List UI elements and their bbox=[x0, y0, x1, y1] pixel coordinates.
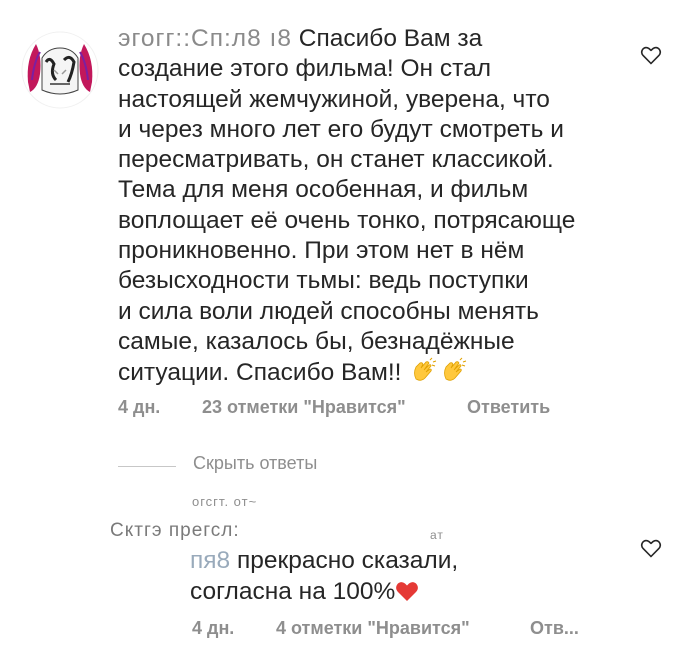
reply-body: пя8 прекрасно сказали, согласна на 100% bbox=[190, 546, 610, 607]
reply-text-second: согласна на 100% bbox=[190, 577, 396, 605]
reply-likes[interactable]: 4 отметки "Нравится" bbox=[276, 618, 470, 639]
reply-time: 4 дн. bbox=[192, 618, 235, 638]
reply-username[interactable]: пя8 bbox=[190, 547, 230, 574]
divider-line bbox=[118, 466, 176, 467]
reply-text-first: прекрасно сказали, bbox=[236, 547, 459, 574]
reply-blurred-avatar-text: Сктгэ прегсл: bbox=[110, 520, 240, 541]
reply-blurred-right: ат bbox=[430, 528, 444, 542]
clapping-hands-icon bbox=[414, 357, 437, 381]
red-heart-emoji-icon bbox=[396, 581, 419, 601]
avatar[interactable] bbox=[20, 30, 100, 110]
reply-reply-button[interactable]: Отв... bbox=[530, 618, 579, 639]
avatar-image bbox=[21, 31, 99, 109]
reply-meta: 4 дн. 4 отметки "Нравится" Отв... bbox=[0, 618, 700, 642]
comment-meta: 4 дн. 23 отметки "Нравится" Ответить bbox=[0, 397, 700, 421]
comment-likes[interactable]: 23 отметки "Нравится" bbox=[202, 397, 406, 418]
comment-text: Спасибо Вам за создание этого фильма! Он… bbox=[118, 25, 576, 387]
clapping-hands-emoji-group bbox=[408, 357, 468, 386]
reply-button[interactable]: Ответить bbox=[467, 397, 550, 418]
like-heart-icon[interactable] bbox=[639, 43, 663, 67]
reply-blurred-text: огсгт. от~ bbox=[192, 494, 258, 509]
comment-time: 4 дн. bbox=[118, 397, 161, 417]
reply-like-heart-icon[interactable] bbox=[639, 536, 663, 560]
hide-replies-label[interactable]: Скрыть ответы bbox=[193, 453, 317, 474]
comment-body: эгогг::Сп:л8 ı8 Спасибо Вам за создание … bbox=[118, 24, 588, 389]
clapping-hands-icon bbox=[444, 357, 467, 381]
comment-username[interactable]: эгогг::Сп:л8 ı8 bbox=[118, 25, 292, 52]
